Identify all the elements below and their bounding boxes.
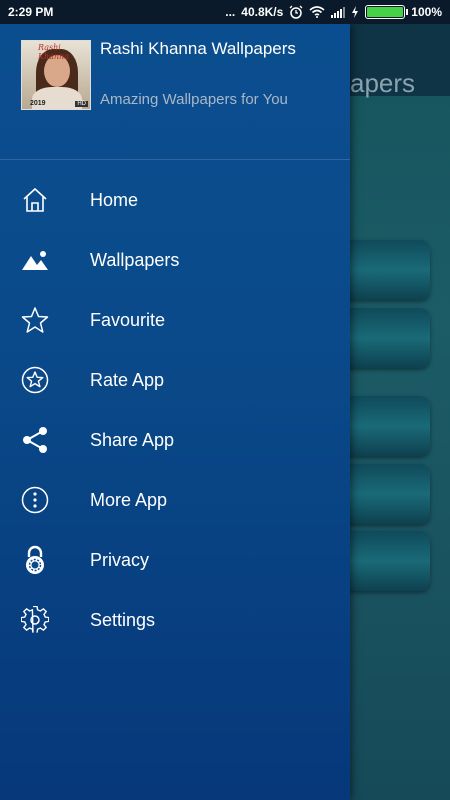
charging-icon [351,6,359,18]
menu-label-rate-app: Rate App [90,369,165,390]
status-bar: 2:29 PM ... 40.8K/s 100% [0,0,450,24]
menu-item-settings[interactable]: Settings [0,590,350,650]
menu-label-home: Home [90,189,139,210]
network-speed: 40.8K/s [241,5,284,19]
background-card[interactable] [340,464,430,524]
menu-item-privacy[interactable]: Privacy [0,530,350,590]
background-card[interactable] [340,240,430,300]
signal-icon [331,6,346,18]
app-tagline: Amazing Wallpapers for You [100,91,288,108]
menu-label-favourite: Favourite [90,309,166,330]
alarm-icon [289,5,303,19]
background-card[interactable] [340,308,430,368]
more-dots: ... [225,5,236,19]
menu-label-wallpapers: Wallpapers [90,249,180,270]
rate-star-icon [20,365,50,395]
app-icon-caption: Rashi Khanna [38,43,69,61]
menu-label-share-app: Share App [90,429,175,450]
status-icons: ... 40.8K/s 100% [225,5,442,19]
drawer-menu: Home Wallpapers Favourite Rate App Share… [0,170,350,650]
image-icon [20,245,50,275]
menu-label-privacy: Privacy [90,549,150,570]
share-icon [20,425,50,455]
menu-item-home[interactable]: Home [0,170,350,230]
battery-icon [365,5,409,19]
background-card[interactable] [340,531,430,591]
navigation-drawer: Rashi Khanna 2019 HD Rashi Khanna Wallpa… [0,24,350,800]
app-icon: Rashi Khanna 2019 HD [21,40,91,110]
menu-label-settings: Settings [90,609,156,630]
star-icon [20,305,50,335]
app-icon-year: 2019 [30,100,46,107]
gear-icon [20,605,50,635]
background-card[interactable] [340,396,430,456]
menu-item-more-app[interactable]: More App [0,470,350,530]
menu-item-wallpapers[interactable]: Wallpapers [0,230,350,290]
background-title: apers [350,68,416,98]
lock-icon [20,545,50,575]
app-name: Rashi Khanna Wallpapers [100,39,296,58]
drawer-header: Rashi Khanna 2019 HD Rashi Khanna Wallpa… [0,24,350,160]
menu-item-rate-app[interactable]: Rate App [0,350,350,410]
app-icon-hd-badge: HD [75,101,88,107]
battery-percent: 100% [411,5,442,19]
more-vertical-icon [20,485,50,515]
menu-label-more-app: More App [90,489,168,510]
wifi-icon [309,6,325,18]
home-icon [20,185,50,215]
menu-item-favourite[interactable]: Favourite [0,290,350,350]
status-time: 2:29 PM [8,5,54,19]
menu-item-share-app[interactable]: Share App [0,410,350,470]
